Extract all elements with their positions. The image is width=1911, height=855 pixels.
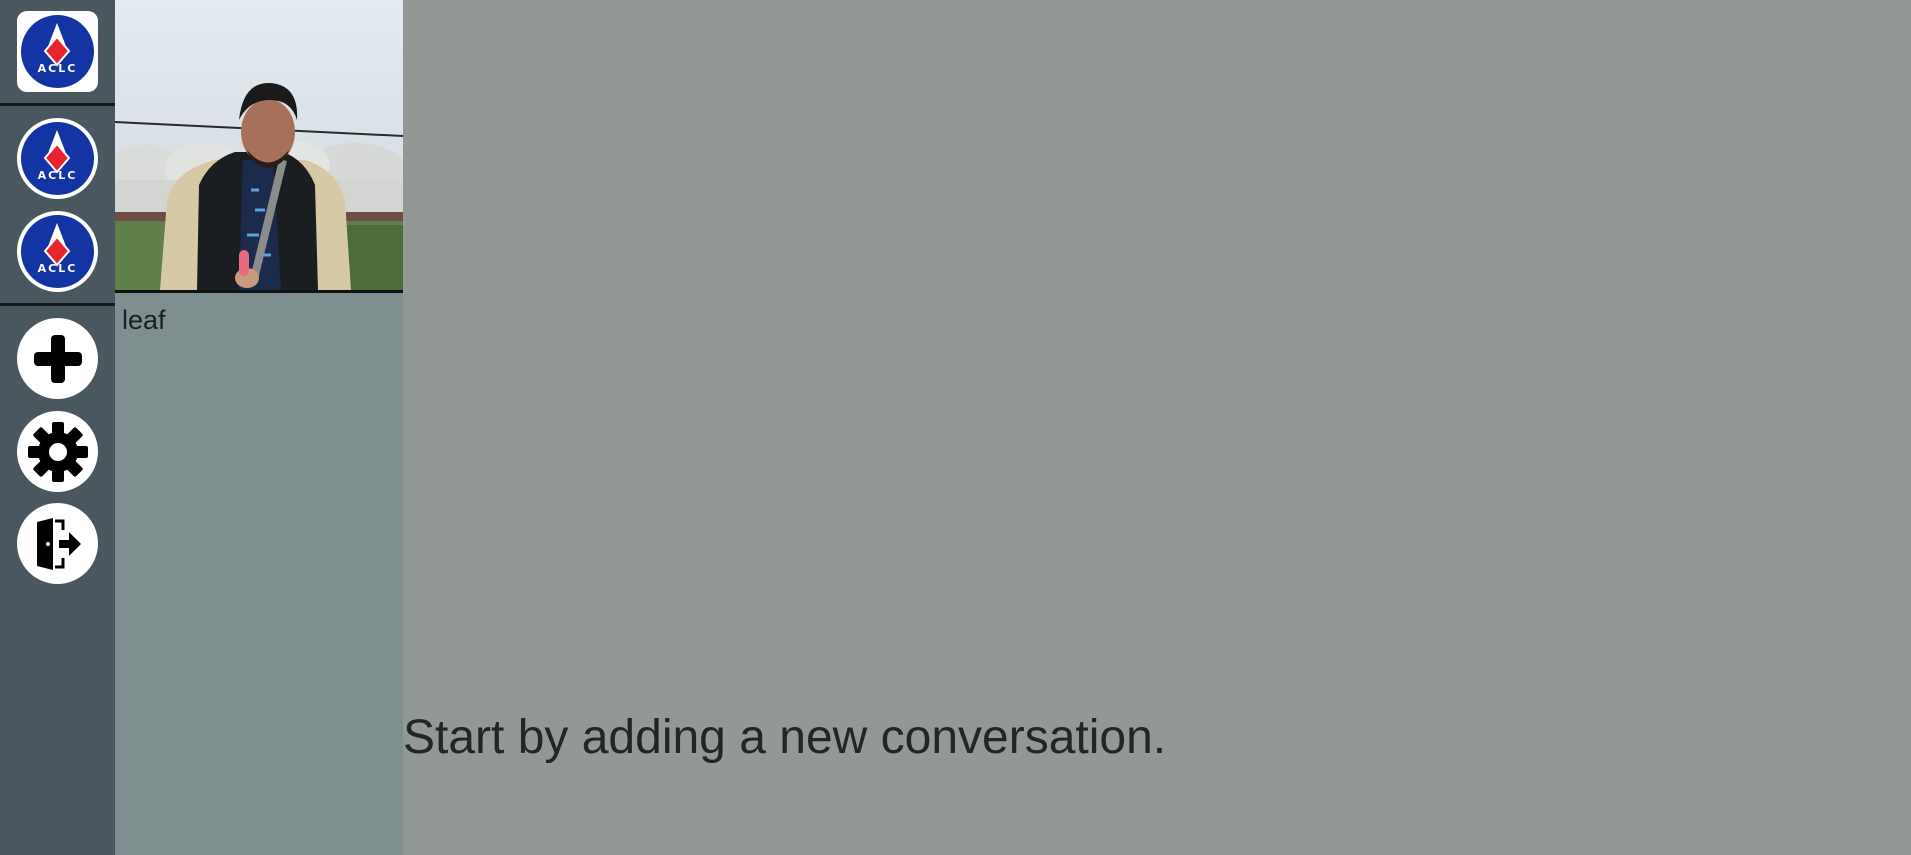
logo-text: ACLC bbox=[37, 262, 78, 275]
logout-button[interactable] bbox=[17, 503, 98, 584]
profile-photo bbox=[115, 0, 403, 290]
empty-state-message: Start by adding a new conversation. bbox=[403, 711, 1167, 764]
gear-icon bbox=[27, 421, 88, 482]
add-conversation-button[interactable] bbox=[17, 318, 98, 399]
conversation-avatar-card[interactable] bbox=[115, 0, 403, 293]
aclc-logo-icon: ACLC bbox=[21, 122, 94, 195]
conversation-name[interactable]: leaf bbox=[122, 305, 166, 336]
logo-text: ACLC bbox=[37, 169, 78, 182]
chat-main-area: Start by adding a new conversation. bbox=[403, 0, 1911, 855]
logout-door-icon bbox=[36, 517, 81, 570]
rail-divider bbox=[0, 103, 115, 106]
logo-text: ACLC bbox=[37, 62, 78, 75]
plus-icon bbox=[33, 334, 82, 383]
server-rail: ACLC ACLC ACLC bbox=[0, 0, 115, 855]
app-window: ACLC ACLC ACLC leaf Start by adding a ne… bbox=[0, 0, 1911, 855]
group-button-2[interactable]: ACLC bbox=[17, 211, 98, 292]
conversation-list: leaf bbox=[115, 0, 403, 855]
group-button-1[interactable]: ACLC bbox=[17, 118, 98, 199]
home-logo-button[interactable]: ACLC bbox=[17, 11, 98, 92]
aclc-logo-icon: ACLC bbox=[21, 215, 94, 288]
aclc-logo-icon: ACLC bbox=[21, 15, 94, 88]
rail-divider bbox=[0, 303, 115, 306]
settings-button[interactable] bbox=[17, 411, 98, 492]
